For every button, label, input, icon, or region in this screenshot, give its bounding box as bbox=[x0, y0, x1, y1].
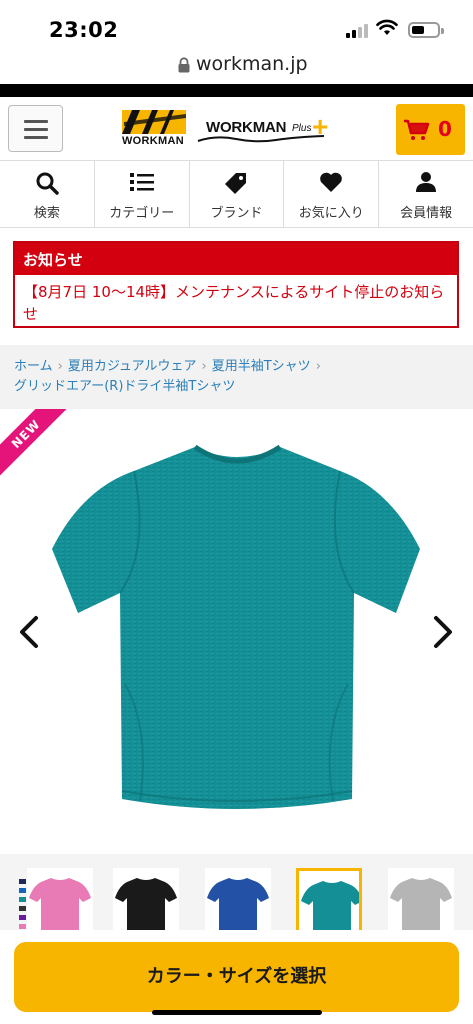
tshirt-thumbnail-image bbox=[301, 881, 359, 931]
tshirt-thumbnail-image bbox=[115, 878, 177, 934]
tshirt-thumbnail-image bbox=[29, 878, 91, 934]
cellular-signal-icon bbox=[346, 22, 370, 38]
color-swatch-list bbox=[19, 879, 27, 933]
carousel-prev-arrow-icon[interactable] bbox=[16, 614, 42, 650]
nav-item-label: 検索 bbox=[33, 206, 60, 221]
status-bar: 23:02 bbox=[0, 0, 473, 50]
logo-swoosh-icon bbox=[197, 135, 325, 143]
chevron-right-icon: › bbox=[57, 359, 63, 374]
top-divider bbox=[0, 84, 473, 97]
product-thumbnail[interactable] bbox=[388, 868, 454, 934]
nav-item-label: カテゴリー bbox=[109, 206, 175, 221]
workman-plus-logo[interactable]: WORKMAN Plus + bbox=[196, 113, 346, 147]
nav-item-label: お気に入り bbox=[298, 206, 364, 221]
cart-icon bbox=[404, 119, 430, 140]
workman-logo-text: WORKMAN bbox=[122, 135, 184, 147]
list-icon bbox=[129, 173, 154, 191]
color-swatch[interactable] bbox=[19, 915, 26, 920]
color-swatch[interactable] bbox=[19, 897, 26, 902]
product-image bbox=[52, 444, 420, 809]
search-icon bbox=[36, 172, 59, 195]
lock-icon bbox=[178, 57, 190, 73]
nav-item-search[interactable]: 検索 bbox=[0, 161, 95, 227]
cart-button[interactable]: 0 bbox=[396, 104, 465, 155]
battery-icon bbox=[408, 22, 444, 38]
notice-link[interactable]: 【8月7日 10〜14時】メンテナンスによるサイト停止のお知らせ bbox=[15, 275, 457, 331]
product-image-carousel[interactable]: NEW bbox=[0, 409, 473, 854]
color-swatch[interactable] bbox=[19, 888, 26, 893]
tshirt-thumbnail-image bbox=[390, 878, 452, 934]
hamburger-menu-button[interactable] bbox=[8, 105, 63, 152]
color-swatch[interactable] bbox=[19, 924, 26, 929]
wifi-icon bbox=[376, 19, 398, 35]
nav-item-label: ブランド bbox=[210, 206, 263, 221]
workman-logo-mark-icon bbox=[122, 110, 186, 134]
breadcrumb-link-subcategory[interactable]: 夏用半袖Tシャツ bbox=[212, 359, 311, 374]
carousel-next-arrow-icon[interactable] bbox=[430, 614, 456, 650]
select-color-size-button[interactable]: カラー・サイズを選択 bbox=[14, 942, 459, 1012]
product-thumbnail[interactable] bbox=[296, 868, 362, 934]
breadcrumb-link-home[interactable]: ホーム bbox=[14, 359, 53, 374]
nav-item-brand[interactable]: ブランド bbox=[190, 161, 285, 227]
notice-box: お知らせ 【8月7日 10〜14時】メンテナンスによるサイト停止のお知らせ bbox=[13, 241, 459, 328]
nav-item-category[interactable]: カテゴリー bbox=[95, 161, 190, 227]
thumbnail-strip bbox=[0, 854, 473, 934]
breadcrumb-current[interactable]: グリッドエアー(R)ドライ半袖Tシャツ bbox=[14, 379, 235, 394]
color-swatch[interactable] bbox=[19, 879, 26, 884]
product-thumbnail[interactable] bbox=[205, 868, 271, 934]
user-icon bbox=[416, 172, 437, 192]
heart-icon bbox=[320, 172, 343, 192]
icon-nav: 検索 カテゴリー ブランド お気に入り 会員情報 bbox=[0, 161, 473, 228]
cart-count: 0 bbox=[438, 117, 452, 141]
breadcrumb-link-category[interactable]: 夏用カジュアルウェア bbox=[68, 359, 197, 374]
nav-item-favorites[interactable]: お気に入り bbox=[284, 161, 380, 227]
nav-item-label: 会員情報 bbox=[400, 206, 453, 221]
browser-url-bar[interactable]: workman.jp bbox=[0, 50, 473, 84]
notice-title: お知らせ bbox=[15, 243, 457, 275]
tshirt-thumbnail-image bbox=[207, 878, 269, 934]
url-domain: workman.jp bbox=[196, 53, 308, 75]
status-time: 23:02 bbox=[49, 18, 119, 42]
home-indicator bbox=[152, 1010, 322, 1015]
product-thumbnail[interactable] bbox=[113, 868, 179, 934]
tag-icon bbox=[225, 173, 247, 194]
nav-item-account[interactable]: 会員情報 bbox=[379, 161, 473, 227]
color-swatch[interactable] bbox=[19, 906, 26, 911]
chevron-right-icon: › bbox=[315, 359, 321, 374]
product-thumbnail[interactable] bbox=[27, 868, 93, 934]
breadcrumb: ホーム › 夏用カジュアルウェア › 夏用半袖Tシャツ › グリッドエアー(R)ドライ半袖… bbox=[0, 345, 473, 409]
workman-logo[interactable]: WORKMAN bbox=[122, 110, 186, 147]
chevron-right-icon: › bbox=[201, 359, 207, 374]
